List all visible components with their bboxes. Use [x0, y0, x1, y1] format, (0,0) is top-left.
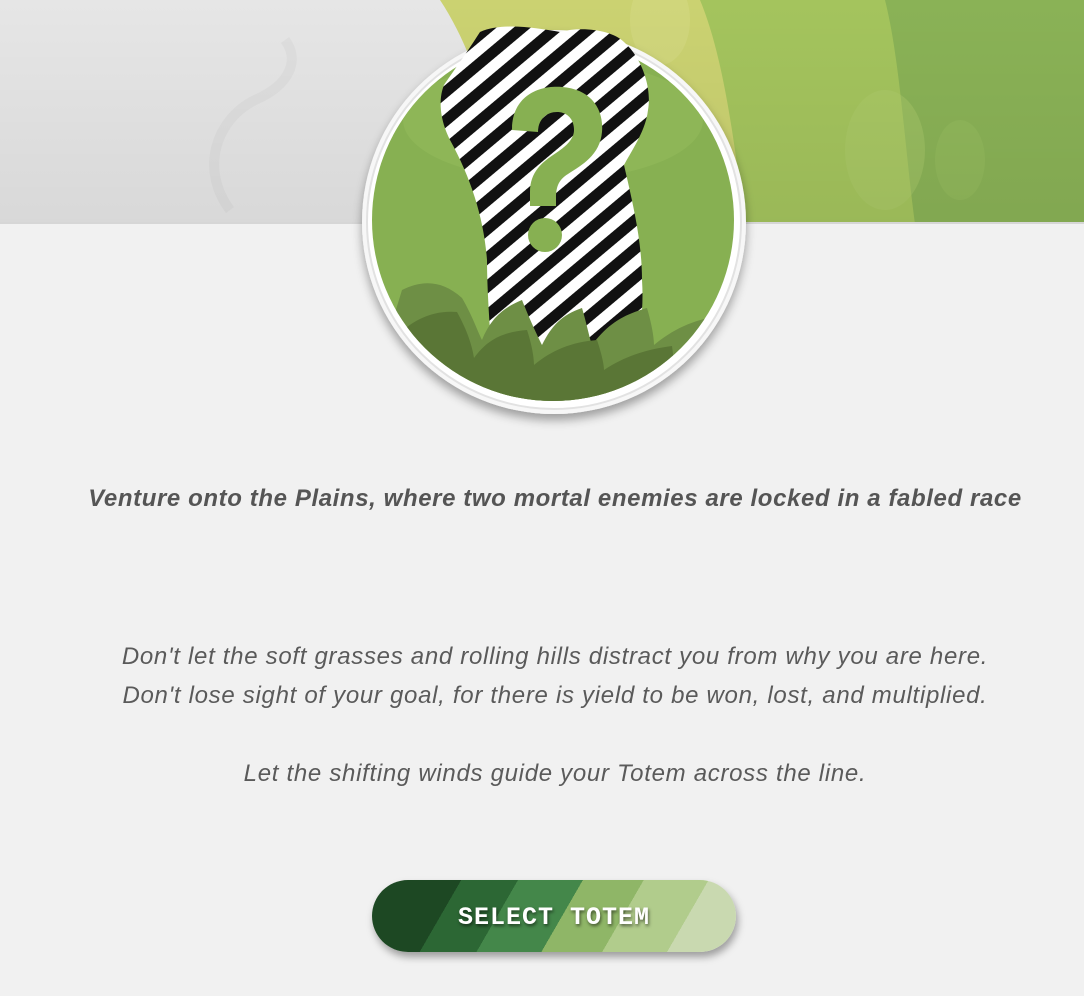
description-line-2: Don't lose sight of your goal, for there… [122, 682, 988, 709]
totem-select-screen: Venture onto the Plains, where two morta… [0, 0, 1084, 996]
select-totem-button[interactable]: SELECT TOTEM [372, 880, 736, 952]
description-line-3: Let the shifting winds guide your Totem … [243, 760, 867, 787]
mystery-totem-emblem [362, 26, 748, 420]
select-totem-label: SELECT TOTEM [457, 903, 651, 932]
plains-subtitle: Venture onto the Plains, where two morta… [88, 485, 1022, 512]
description-line-1: Don't let the soft grasses and rolling h… [121, 643, 989, 670]
